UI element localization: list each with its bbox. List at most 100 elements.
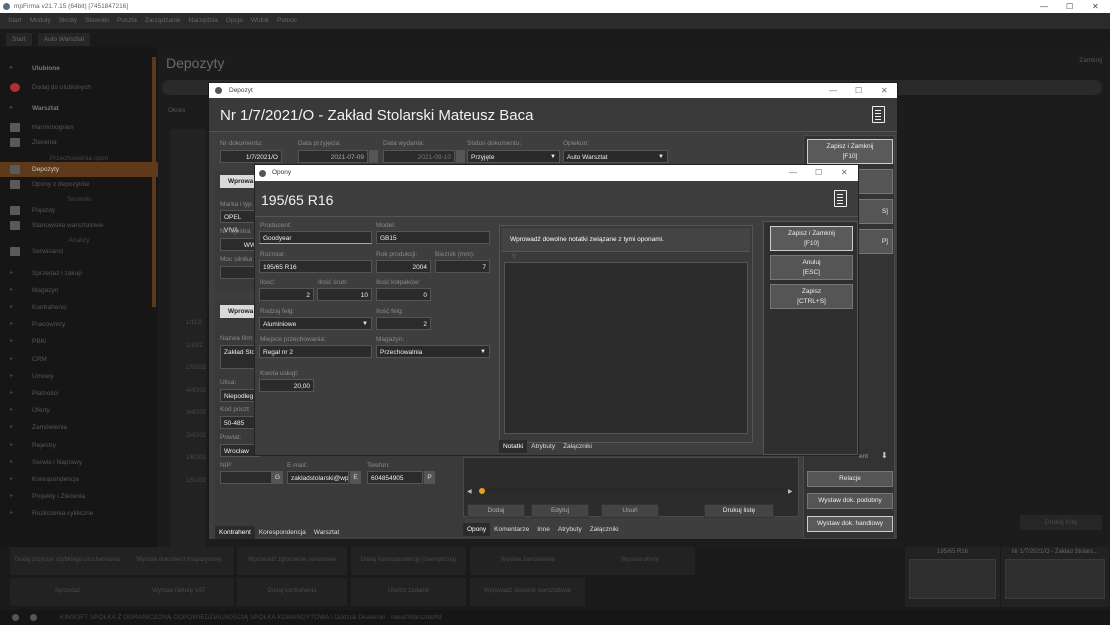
quick-tile[interactable]: Sprzedaż xyxy=(10,578,125,606)
sidebar-item[interactable]: ▸ Zamówienia xyxy=(0,420,158,435)
minimize-icon[interactable]: — xyxy=(1040,0,1048,13)
menu-item[interactable]: Opcje xyxy=(226,17,243,24)
sidebar-item[interactable]: ▸ Rozliczenia cykliczne xyxy=(0,506,158,521)
calendar-icon[interactable] xyxy=(369,150,378,163)
caretaker-select[interactable]: Auto Warsztat ▼ xyxy=(563,150,668,163)
tab[interactable]: Opony xyxy=(463,523,491,536)
sidebar-item[interactable]: Dodaj do ulubionych xyxy=(0,80,158,95)
arrow-down-icon[interactable]: ⬇ xyxy=(881,451,888,460)
date-released-field[interactable]: 2021-09-10 xyxy=(383,150,455,163)
producer-field[interactable]: Goodyear xyxy=(259,231,372,244)
expand-icon[interactable]: ▸ xyxy=(10,334,13,349)
save-and-close-button[interactable]: Zapisz i Zamknij [F10] xyxy=(807,139,893,164)
quick-tile[interactable]: Wprowadź zlecenie warsztatowe xyxy=(470,578,585,606)
expand-icon[interactable]: ▸ xyxy=(10,506,13,521)
sidebar-item[interactable]: Opony z depozytów xyxy=(0,177,158,192)
close-module-button[interactable]: Zamknij xyxy=(1079,57,1102,64)
menu-item[interactable]: Narzędzia xyxy=(189,17,218,24)
expand-icon[interactable]: ▸ xyxy=(10,317,13,332)
tab[interactable]: Komentarze xyxy=(490,523,533,536)
tab[interactable]: Załączniki xyxy=(559,440,596,453)
sidebar-item[interactable]: ▸ Korespondencja xyxy=(0,472,158,487)
rim-type-select[interactable]: Aluminiowe ▼ xyxy=(259,317,372,330)
menu-item[interactable]: Start xyxy=(8,17,22,24)
quick-tile[interactable]: Wprowadź zgłoszenie serwisowe xyxy=(237,547,347,575)
sidebar-item[interactable]: ▸ Kontrahenci xyxy=(0,300,158,315)
quick-tile[interactable]: Wystaw zamówienie xyxy=(470,547,585,575)
expand-icon[interactable]: ▸ xyxy=(10,489,13,504)
minimize-icon[interactable]: — xyxy=(829,83,837,98)
sidebar-item[interactable]: ▸ CRM xyxy=(0,352,158,367)
quick-tile[interactable]: Wystaw dokument magazynowy xyxy=(124,547,234,575)
menu-item[interactable]: Pomoc xyxy=(277,17,297,24)
sidebar-item[interactable]: ▸ Sprzedaż i zakup xyxy=(0,266,158,281)
sidebar-item[interactable]: ▸ Magazyn xyxy=(0,283,158,298)
menu-item[interactable]: Poczta xyxy=(117,17,137,24)
close-icon[interactable]: ✕ xyxy=(1092,0,1099,13)
expand-icon[interactable]: ▸ xyxy=(10,300,13,315)
nip-field[interactable] xyxy=(220,471,272,484)
warehouse-select[interactable]: Przechowalnia ▼ xyxy=(376,345,490,358)
hubcaps-field[interactable]: 0 xyxy=(376,288,431,301)
preview-1[interactable]: 195/65 R16 xyxy=(905,547,1000,607)
tread-field[interactable]: 7 xyxy=(435,260,490,273)
maximize-icon[interactable]: ☐ xyxy=(1066,0,1073,13)
print-list-button[interactable]: Drukuj listę xyxy=(704,504,774,518)
list-action-button[interactable]: Dodaj xyxy=(467,504,525,518)
scroll-right-icon[interactable]: ▶ xyxy=(788,488,793,495)
tab[interactable]: Notatki xyxy=(499,440,528,453)
app-tab[interactable]: Auto Warsztat xyxy=(37,33,91,46)
quick-tile[interactable]: Utwórz zadanie xyxy=(351,578,466,606)
sidebar-item[interactable]: ▸ Projekty i Zlecenia xyxy=(0,489,158,504)
menu-item[interactable]: Zarządzanie xyxy=(145,17,181,24)
expand-icon[interactable]: ▸ xyxy=(10,438,13,453)
email-field[interactable]: zakladstolarski@wp xyxy=(287,471,349,484)
sidebar-item[interactable]: Harmonogram xyxy=(0,120,158,135)
date-received-field[interactable]: 2021-07-09 xyxy=(298,150,368,163)
expand-icon[interactable]: ▸ xyxy=(10,472,13,487)
app-tab[interactable]: Start xyxy=(6,33,32,46)
quick-tile[interactable]: Wystaw fakturę VAT xyxy=(124,578,234,606)
horizontal-scrollbar[interactable] xyxy=(467,488,795,494)
sidebar-item[interactable]: ▸ Oferty xyxy=(0,403,158,418)
notes-textarea[interactable] xyxy=(504,262,748,434)
phone-field[interactable]: 604854905 xyxy=(367,471,423,484)
sidebar-item[interactable]: ▸ PBKi xyxy=(0,334,158,349)
quick-tile[interactable]: Wystaw ofertę xyxy=(585,547,695,575)
maximize-icon[interactable]: ☐ xyxy=(855,83,862,98)
expand-icon[interactable]: ▸ xyxy=(10,369,13,384)
minimize-icon[interactable]: — xyxy=(789,165,797,181)
expand-icon[interactable]: ▸ xyxy=(10,420,13,435)
menu-item[interactable]: Moduły xyxy=(30,17,51,24)
trade-document-button[interactable]: Wystaw dok. handlowy xyxy=(807,516,893,532)
rims-count-field[interactable]: 2 xyxy=(376,317,431,330)
status-select[interactable]: Przyjęte ▼ xyxy=(467,150,560,163)
preview-2[interactable]: Nr 1/7/2021/O - Zakład Stolars... xyxy=(1001,547,1109,607)
sidebar-item[interactable]: ▸ Umowy xyxy=(0,369,158,384)
expand-icon[interactable]: ▸ xyxy=(10,386,13,401)
tab[interactable]: Inne xyxy=(533,523,554,536)
expand-icon[interactable]: ▸ xyxy=(10,352,13,367)
expand-icon[interactable]: ▸ xyxy=(10,61,13,76)
close-icon[interactable]: ✕ xyxy=(841,165,848,181)
list-action-button[interactable]: Usuń xyxy=(601,504,659,518)
quantity-field[interactable]: 2 xyxy=(259,288,314,301)
tab[interactable]: Atrybuty xyxy=(554,523,586,536)
expand-icon[interactable]: ▸ xyxy=(10,283,13,298)
expand-icon[interactable]: ▸ xyxy=(10,403,13,418)
tab[interactable]: Atrybuty xyxy=(527,440,559,453)
tab[interactable]: Kontrahent xyxy=(215,526,255,539)
similar-document-button[interactable]: Wystaw dok. podobny xyxy=(807,493,893,509)
sidebar-item[interactable]: Serwisanci xyxy=(0,244,158,259)
sidebar-item[interactable]: Pojazdy xyxy=(0,203,158,218)
tab[interactable]: Warsztat xyxy=(310,526,343,539)
sidebar-item[interactable]: Depozyty xyxy=(0,161,158,177)
save-button[interactable]: Zapisz [CTRL+S] xyxy=(770,284,853,309)
sidebar-item[interactable]: Zlecenia xyxy=(0,135,158,150)
tab[interactable]: Korespondencja xyxy=(255,526,310,539)
email-button[interactable]: E xyxy=(350,471,361,484)
model-field[interactable]: GB15 xyxy=(376,231,490,244)
sidebar-item[interactable]: ▸ Rejestry xyxy=(0,438,158,453)
expand-icon[interactable]: ▸ xyxy=(10,455,13,470)
bolts-field[interactable]: 10 xyxy=(317,288,372,301)
